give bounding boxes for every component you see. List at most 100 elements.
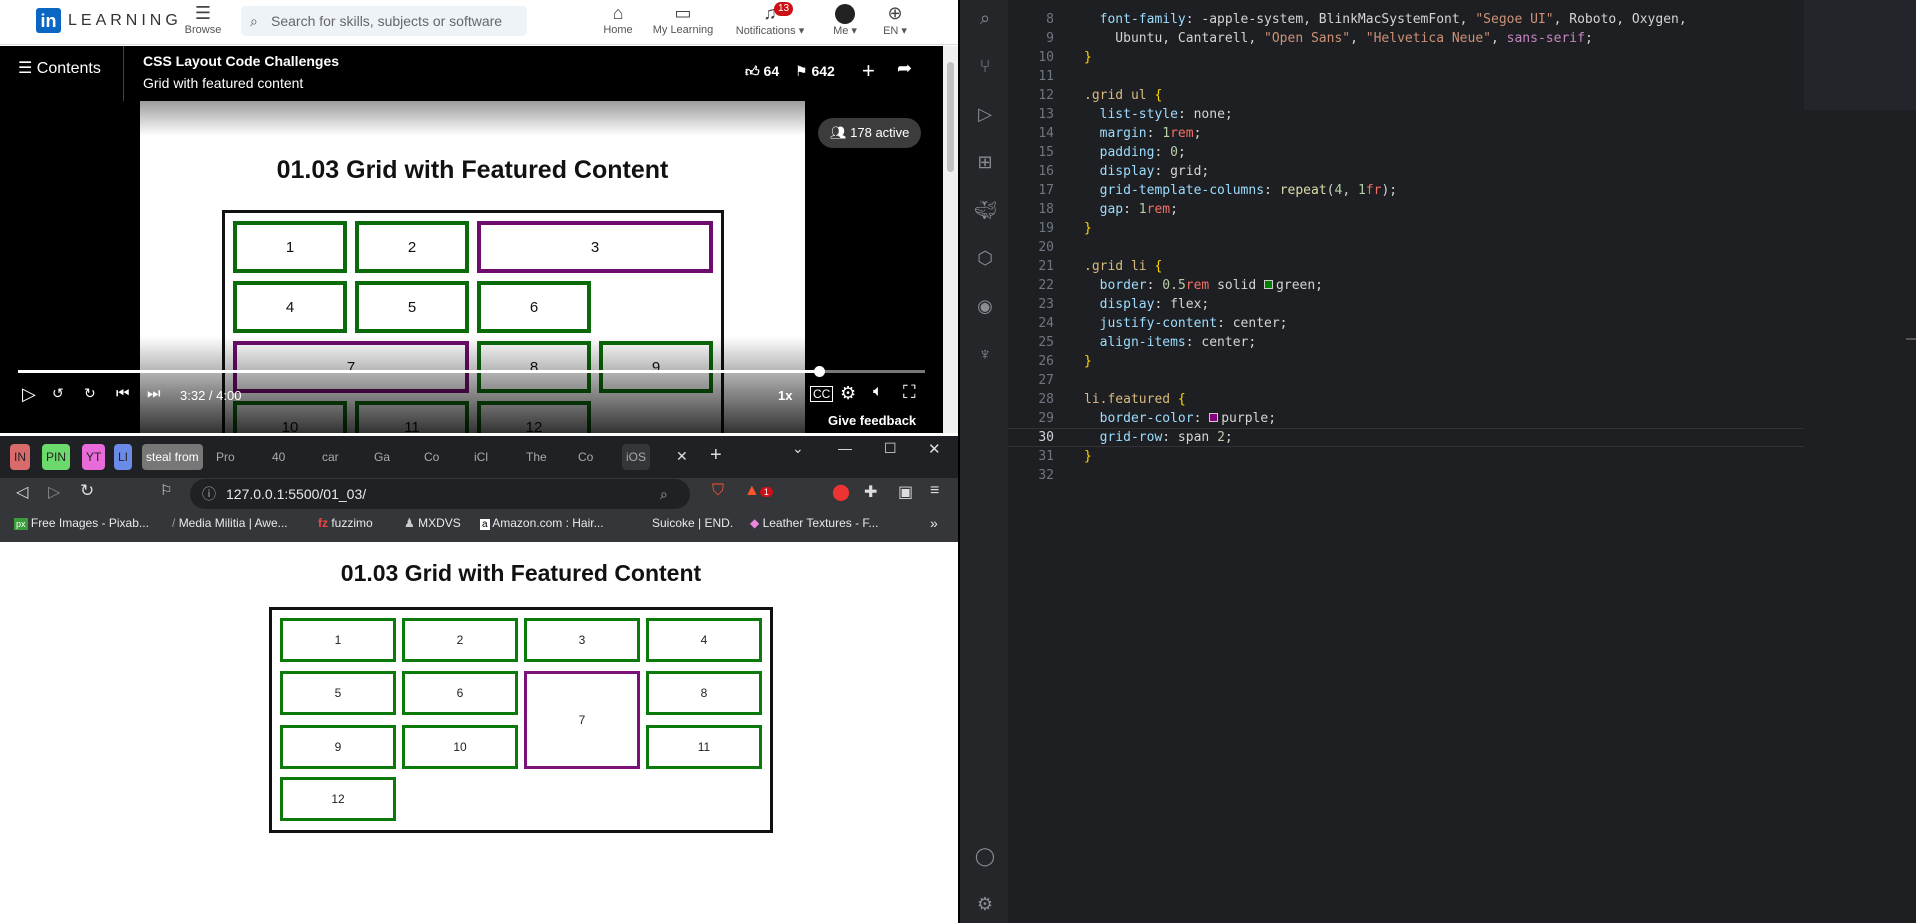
nav-me[interactable]: Me ▾: [830, 2, 860, 37]
close-tab-icon[interactable]: ✕: [676, 448, 688, 465]
extensions-icon[interactable]: ✚: [864, 482, 877, 502]
code-line[interactable]: 22 border: 0.5rem solid green;: [1008, 276, 1323, 295]
bookmark-page-icon[interactable]: ⚐: [160, 482, 173, 499]
window-close-icon[interactable]: ✕: [928, 440, 941, 458]
code-line[interactable]: 18 gap: 1rem;: [1008, 200, 1178, 219]
bookmark-item[interactable]: px Free Images - Pixab...: [14, 512, 149, 534]
manage-gear-icon[interactable]: ⚙: [974, 893, 996, 915]
docker-icon[interactable]: 🐳︎: [974, 199, 997, 221]
save-button[interactable]: ⚑ 642: [795, 63, 835, 80]
tab-favicon[interactable]: PIN: [42, 444, 71, 470]
speed-button[interactable]: 1x: [778, 388, 792, 403]
tab-steal-from[interactable]: steal from: [142, 444, 203, 470]
browse-button[interactable]: ☰ Browse: [183, 2, 223, 36]
code-line[interactable]: 16 display: grid;: [1008, 162, 1209, 181]
tab-favicon[interactable]: LI: [114, 444, 133, 470]
code-line[interactable]: 14 margin: 1rem;: [1008, 124, 1201, 143]
github-icon[interactable]: ◉: [974, 295, 996, 317]
brave-shield-icon[interactable]: ⛉: [712, 482, 724, 500]
code-line[interactable]: 9 Ubuntu, Cantarell, "Open Sans", "Helve…: [1008, 29, 1593, 48]
code-line[interactable]: 26}: [1008, 352, 1091, 371]
code-line[interactable]: 20: [1008, 238, 1084, 257]
fullscreen-icon[interactable]: ⛶: [903, 382, 916, 403]
tab[interactable]: Pro: [212, 444, 239, 470]
next-icon[interactable]: ⏭: [147, 385, 161, 402]
source-control-icon[interactable]: ⑂: [974, 55, 996, 77]
forward-10-icon[interactable]: ↻: [84, 385, 96, 402]
settings-icon[interactable]: ⚙: [840, 383, 856, 404]
new-tab-icon[interactable]: +: [710, 444, 722, 467]
code-line[interactable]: 31}: [1008, 447, 1091, 466]
tab[interactable]: iCl: [470, 444, 492, 470]
tab[interactable]: 40: [268, 444, 289, 470]
back-icon[interactable]: ◁: [16, 482, 28, 502]
bookmark-item[interactable]: a Amazon.com : Hair...: [480, 512, 604, 534]
minimap[interactable]: [1804, 0, 1916, 110]
tab-favicon[interactable]: YT: [82, 444, 106, 470]
tab[interactable]: car: [318, 444, 343, 470]
nav-my-learning[interactable]: ▭ My Learning: [650, 2, 716, 36]
bookmark-item[interactable]: ♟ MXDVS: [404, 512, 461, 534]
tab-favicon[interactable]: IN: [10, 444, 30, 470]
code-line[interactable]: 19}: [1008, 219, 1091, 238]
progress-track[interactable]: [18, 366, 925, 377]
tab[interactable]: Co: [574, 444, 597, 470]
bookmark-item[interactable]: Suicoke | END.: [652, 512, 733, 534]
code-line[interactable]: 30 grid-row: span 2;: [1008, 428, 1232, 447]
code-line[interactable]: 29 border-color: purple;: [1008, 409, 1276, 428]
more-bookmarks-icon[interactable]: »: [930, 512, 938, 534]
extensions-icon[interactable]: ⊞: [974, 151, 996, 173]
captions-icon[interactable]: CC: [810, 386, 834, 402]
account-icon[interactable]: ◯: [974, 845, 996, 867]
reload-icon[interactable]: ↻: [80, 481, 94, 501]
bookmark-item[interactable]: ◆ Leather Textures - F...: [750, 512, 878, 534]
volume-icon[interactable]: 🔈︎: [873, 383, 883, 401]
code-line[interactable]: 25 align-items: center;: [1008, 333, 1256, 352]
wallet-icon[interactable]: ▣: [898, 482, 913, 502]
contents-button[interactable]: ☰ Contents: [18, 58, 101, 78]
code-line[interactable]: 27: [1008, 371, 1084, 390]
tab[interactable]: Ga: [370, 444, 394, 470]
code-line[interactable]: 12 .grid ul {: [1008, 86, 1162, 105]
run-debug-icon[interactable]: ▷: [974, 103, 996, 125]
python-icon[interactable]: ♆: [974, 343, 996, 365]
code-line[interactable]: 8 font-family: -apple-system, BlinkMacSy…: [1008, 10, 1687, 29]
address-bar[interactable]: ⓘ 127.0.0.1:5500/01_03/ ⌕: [190, 479, 690, 509]
code-line[interactable]: 24 justify-content: center;: [1008, 314, 1287, 333]
code-line[interactable]: 28 li.featured {: [1008, 390, 1185, 409]
remote-explorer-icon[interactable]: ⬡: [974, 247, 996, 269]
course-title[interactable]: CSS Layout Code Challenges: [143, 53, 339, 69]
nav-language[interactable]: ⊕ EN ▾: [880, 2, 910, 37]
tab-search-icon[interactable]: ⌄: [792, 440, 804, 457]
play-icon[interactable]: ▷: [22, 384, 36, 405]
active-learners-badge[interactable]: 👥︎ 178 active: [818, 118, 922, 148]
previous-icon[interactable]: ⏮: [116, 385, 130, 402]
code-line[interactable]: 17 grid-template-columns: repeat(4, 1fr)…: [1008, 181, 1397, 200]
menu-icon[interactable]: ≡: [930, 482, 939, 500]
search-input[interactable]: ⌕ Search for skills, subjects or softwar…: [241, 6, 527, 36]
rewind-10-icon[interactable]: ↺: [52, 385, 64, 402]
code-line[interactable]: 11: [1008, 67, 1084, 86]
give-feedback-button[interactable]: Give feedback: [818, 411, 927, 430]
page-scrollbar[interactable]: [943, 46, 958, 433]
tab[interactable]: The: [522, 444, 551, 470]
zoom-icon[interactable]: ⌕: [660, 479, 668, 509]
linkedin-logo[interactable]: in: [36, 8, 61, 33]
code-line[interactable]: 21 .grid li {: [1008, 257, 1162, 276]
nav-notifications[interactable]: ♫ Notifications ▾ 13: [730, 2, 810, 37]
video-player[interactable]: ☰ Contents 01.03 Grid with Featured Cont…: [0, 46, 943, 433]
forward-icon[interactable]: ▷: [48, 482, 60, 502]
like-button[interactable]: 👍︎ 64: [745, 63, 779, 80]
tab-active[interactable]: iOS: [622, 444, 651, 470]
brave-rewards-icon[interactable]: ▲ 1: [744, 482, 773, 500]
code-area[interactable]: 8 font-family: -apple-system, BlinkMacSy…: [1008, 0, 1808, 923]
bookmark-item[interactable]: / Media Militia | Awe...: [172, 512, 288, 534]
code-line[interactable]: 23 display: flex;: [1008, 295, 1209, 314]
code-line[interactable]: 10}: [1008, 48, 1091, 67]
scrubber-handle[interactable]: [813, 366, 825, 377]
search-icon[interactable]: ⌕: [974, 7, 996, 29]
share-icon[interactable]: ➦: [897, 58, 912, 79]
nav-home[interactable]: ⌂ Home: [598, 2, 638, 36]
tab[interactable]: Co: [420, 444, 443, 470]
code-line[interactable]: 32: [1008, 466, 1084, 485]
